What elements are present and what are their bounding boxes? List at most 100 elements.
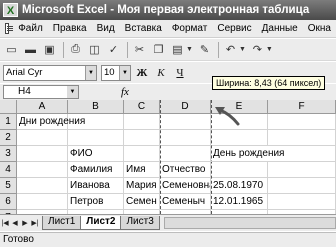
cell-b3[interactable]: ФИО xyxy=(68,146,124,162)
window-title: Microsoft Excel - Моя первая электронная… xyxy=(22,4,310,16)
table-cell[interactable] xyxy=(68,130,124,146)
table-cell[interactable] xyxy=(211,130,268,146)
row-header-5[interactable]: 5 xyxy=(0,178,17,194)
cell-e5[interactable]: 25.08.1970 xyxy=(211,178,268,194)
open-folder-icon[interactable]: ▬ xyxy=(22,41,39,58)
table-cell[interactable] xyxy=(124,114,160,130)
tab-sheet2[interactable]: Лист2 xyxy=(80,216,122,230)
fx-icon[interactable]: fx xyxy=(121,86,129,98)
bold-button[interactable]: Ж xyxy=(134,65,150,81)
row-header-2[interactable]: 2 xyxy=(0,130,17,146)
table-cell[interactable] xyxy=(17,146,68,162)
excel-app-icon[interactable]: X xyxy=(3,3,18,17)
previous-sheet-icon[interactable]: ◀ xyxy=(10,217,20,229)
cell-d4[interactable]: Отчество xyxy=(160,162,211,178)
column-header-b[interactable]: B xyxy=(68,100,124,114)
name-box[interactable]: H4 ▼ xyxy=(3,85,79,99)
table-cell[interactable] xyxy=(268,130,336,146)
menu-edit[interactable]: Правка xyxy=(48,23,92,34)
font-name-select[interactable]: Arial Cyr ▼ xyxy=(3,64,97,81)
cell-b6[interactable]: Петров xyxy=(68,194,124,210)
chevron-down-icon[interactable]: ▼ xyxy=(119,65,130,80)
table-cell[interactable] xyxy=(17,194,68,210)
undo-icon[interactable]: ↶ xyxy=(222,41,239,58)
document-icon[interactable] xyxy=(5,23,14,34)
copy-icon[interactable]: ❐ xyxy=(150,41,167,58)
font-size-select[interactable]: 10 ▼ xyxy=(101,64,131,81)
underline-button[interactable]: Ч xyxy=(172,65,188,81)
table-cell[interactable] xyxy=(17,178,68,194)
row-header-4[interactable]: 4 xyxy=(0,162,17,178)
table-cell[interactable] xyxy=(268,194,336,210)
table-cell[interactable] xyxy=(17,162,68,178)
paste-icon[interactable]: ▤ xyxy=(169,41,186,58)
table-cell[interactable] xyxy=(268,178,336,194)
tab-sheet1[interactable]: Лист1 xyxy=(42,216,82,230)
italic-button[interactable]: К xyxy=(153,65,169,81)
spreadsheet-grid[interactable]: A B C D E F 1 2 3 4 5 6 7 Дни рождения Ф… xyxy=(0,100,336,214)
row-header-1[interactable]: 1 xyxy=(0,114,17,130)
cut-icon[interactable]: ✂ xyxy=(131,41,148,58)
save-icon[interactable]: ▣ xyxy=(41,41,58,58)
table-cell[interactable] xyxy=(17,130,68,146)
font-size-value: 10 xyxy=(104,67,115,78)
menu-tools[interactable]: Сервис xyxy=(212,23,256,34)
format-painter-icon[interactable]: ✎ xyxy=(196,41,213,58)
menu-file[interactable]: Файл xyxy=(13,23,48,34)
row-header-6[interactable]: 6 xyxy=(0,194,17,210)
menu-format[interactable]: Формат xyxy=(167,23,213,34)
cell-e6[interactable]: 12.01.1965 xyxy=(211,194,268,210)
cell-a1[interactable]: Дни рождения xyxy=(17,114,85,130)
cell-c4[interactable]: Имя xyxy=(124,162,160,178)
horizontal-scrollbar[interactable] xyxy=(163,217,336,229)
cell-c5[interactable]: Мария xyxy=(124,178,160,194)
column-header-a[interactable]: A xyxy=(17,100,68,114)
name-box-value: H4 xyxy=(18,86,31,97)
toolbar-separator xyxy=(127,41,128,58)
cell-d6[interactable]: Семеныч xyxy=(160,194,211,210)
column-header-c[interactable]: C xyxy=(124,100,160,114)
cell-b5[interactable]: Иванова xyxy=(68,178,124,194)
menu-insert[interactable]: Вставка xyxy=(120,23,167,34)
last-sheet-icon[interactable]: ▶| xyxy=(30,217,40,229)
print-preview-icon[interactable]: ◫ xyxy=(86,41,103,58)
select-all-corner[interactable] xyxy=(0,100,17,114)
table-cell[interactable] xyxy=(268,114,336,130)
spelling-icon[interactable]: ✓ xyxy=(105,41,122,58)
menu-bar: Файл Правка Вид Вставка Формат Сервис Да… xyxy=(0,20,336,38)
cell-c6[interactable]: Семен xyxy=(124,194,160,210)
chevron-down-icon[interactable]: ▼ xyxy=(85,65,96,80)
toolbar-separator xyxy=(217,41,219,58)
redo-icon[interactable]: ↷ xyxy=(249,41,266,58)
tab-sheet3[interactable]: Лист3 xyxy=(120,216,160,230)
table-cell[interactable] xyxy=(160,114,211,130)
print-icon[interactable]: ⎙ xyxy=(67,41,84,58)
column-header-d[interactable]: D xyxy=(160,100,211,114)
menu-window[interactable]: Окна xyxy=(303,23,336,34)
undo-dropdown-icon[interactable]: ▼ xyxy=(239,46,246,53)
cell-e3[interactable]: День рождения xyxy=(211,146,284,162)
table-cell[interactable] xyxy=(124,146,160,162)
cell-d5[interactable]: Семеновна xyxy=(160,178,211,194)
table-cell[interactable] xyxy=(160,130,211,146)
paste-dropdown-icon[interactable]: ▼ xyxy=(186,46,193,53)
standard-toolbar: ▭ ▬ ▣ ⎙ ◫ ✓ ✂ ❐ ▤ ▼ ✎ ↶ ▼ ↷ ▼ xyxy=(0,39,336,61)
column-header-f[interactable]: F xyxy=(268,100,336,114)
redo-dropdown-icon[interactable]: ▼ xyxy=(266,46,273,53)
cell-b4[interactable]: Фамилия xyxy=(68,162,124,178)
font-name-value: Arial Cyr xyxy=(6,67,43,78)
table-cell[interactable] xyxy=(124,130,160,146)
chevron-down-icon[interactable]: ▼ xyxy=(67,86,78,98)
sheet-tab-bar: |◀ ◀ ▶ ▶| Лист1 Лист2 Лист3 xyxy=(0,214,336,231)
row-header-3[interactable]: 3 xyxy=(0,146,17,162)
menu-view[interactable]: Вид xyxy=(92,23,120,34)
first-sheet-icon[interactable]: |◀ xyxy=(0,217,10,229)
new-file-icon[interactable]: ▭ xyxy=(3,41,20,58)
title-bar: X Microsoft Excel - Моя первая электронн… xyxy=(0,0,336,20)
table-cell[interactable] xyxy=(211,162,268,178)
table-cell[interactable] xyxy=(268,162,336,178)
status-bar: Готово xyxy=(0,232,336,247)
next-sheet-icon[interactable]: ▶ xyxy=(20,217,30,229)
table-cell[interactable] xyxy=(160,146,211,162)
menu-data[interactable]: Данные xyxy=(257,23,303,34)
